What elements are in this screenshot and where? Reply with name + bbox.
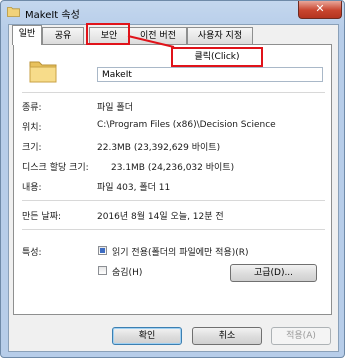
dialog-client-area: 일반 공유 보안 이전 버전 사용자 지정 종류: 파일 폴더 위치: C:\P… xyxy=(8,24,339,352)
type-label: 종류: xyxy=(22,103,42,113)
tab-label: 일반 xyxy=(18,29,36,39)
callout-text: 클릭(Click) xyxy=(194,52,240,62)
hidden-checkbox[interactable] xyxy=(98,266,107,275)
size-value: 22.3MB (23,392,629 바이트) xyxy=(97,143,221,153)
divider xyxy=(22,200,325,201)
tab-label: 공유 xyxy=(54,31,72,41)
location-label: 위치: xyxy=(22,123,42,133)
readonly-label[interactable]: 읽기 전용(폴더의 파일에만 적용)(R) xyxy=(112,245,249,258)
tab-label: 보안 xyxy=(100,31,118,41)
callout-arrow xyxy=(127,35,175,48)
hidden-label[interactable]: 숨김(H) xyxy=(112,265,142,278)
divider xyxy=(22,92,325,93)
tab-security[interactable]: 보안 xyxy=(89,27,129,44)
size-on-disk-label: 디스크 할당 크기: xyxy=(22,163,89,173)
contains-label: 내용: xyxy=(22,183,42,193)
created-label: 만든 날짜: xyxy=(22,212,62,222)
attributes-label: 특성: xyxy=(22,248,42,258)
folder-icon xyxy=(7,7,20,17)
window-title: MakeIt 속성 xyxy=(25,10,80,21)
click-callout: 클릭(Click) xyxy=(171,47,263,67)
cancel-button[interactable]: 취소 xyxy=(192,327,262,345)
tab-sharing[interactable]: 공유 xyxy=(42,27,84,44)
divider xyxy=(22,229,325,230)
title-bar[interactable]: MakeIt 속성 ✕ xyxy=(1,1,344,23)
general-tab-panel: 종류: 파일 폴더 위치: C:\Program Files (x86)\Dec… xyxy=(13,44,332,315)
size-on-disk-value: 23.1MB (24,236,032 바이트) xyxy=(111,163,235,173)
advanced-button[interactable]: 고급(D)... xyxy=(230,264,317,282)
tab-general[interactable]: 일반 xyxy=(12,25,42,45)
size-label: 크기: xyxy=(22,143,42,153)
apply-button[interactable]: 적용(A) xyxy=(271,327,331,345)
folder-name-field[interactable] xyxy=(97,67,323,82)
tab-label: 사용자 지정 xyxy=(197,31,243,41)
contains-value: 파일 403, 폴더 11 xyxy=(97,183,171,193)
folder-icon xyxy=(29,61,57,83)
type-value: 파일 폴더 xyxy=(97,103,133,113)
ok-button[interactable]: 확인 xyxy=(112,327,182,345)
tab-customize[interactable]: 사용자 지정 xyxy=(187,27,253,44)
location-value: C:\Program Files (x86)\Decision Science xyxy=(97,120,276,130)
readonly-checkbox[interactable] xyxy=(98,246,107,255)
close-icon: ✕ xyxy=(315,2,325,15)
created-value: 2016년 8월 14일 오늘, 12분 전 xyxy=(97,212,224,222)
close-button[interactable]: ✕ xyxy=(298,1,342,19)
